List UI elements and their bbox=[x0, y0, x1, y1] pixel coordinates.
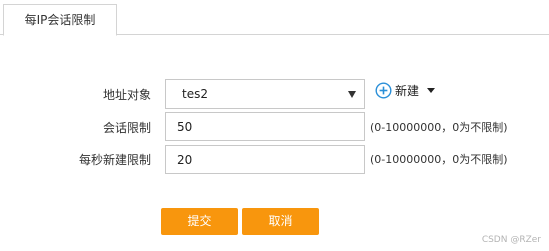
submit-button[interactable]: 提交 bbox=[161, 208, 238, 235]
session-limit-hint: (0-10000000，0为不限制) bbox=[370, 121, 508, 134]
session-limit-label: 会话限制 bbox=[102, 121, 151, 135]
caret-down-icon[interactable] bbox=[427, 88, 435, 93]
dropdown-arrow-icon bbox=[348, 91, 356, 98]
address-object-label: 地址对象 bbox=[102, 88, 151, 102]
tab-per-ip-session-limit[interactable]: 每IP会话限制 bbox=[3, 4, 117, 36]
tab-bar: 每IP会话限制 bbox=[0, 0, 549, 36]
address-object-selected-value: tes2 bbox=[182, 87, 208, 101]
new-per-second-limit-label: 每秒新建限制 bbox=[78, 153, 151, 167]
new-button-label: 新建 bbox=[395, 84, 420, 98]
new-per-second-limit-input[interactable] bbox=[165, 145, 365, 174]
new-per-second-limit-hint: (0-10000000，0为不限制) bbox=[370, 153, 508, 166]
address-object-select[interactable]: tes2 bbox=[165, 79, 365, 109]
plus-circle-icon bbox=[375, 82, 392, 99]
watermark: CSDN @RZer bbox=[481, 235, 541, 245]
cancel-button[interactable]: 取消 bbox=[242, 208, 319, 235]
session-limit-input[interactable] bbox=[165, 112, 365, 141]
